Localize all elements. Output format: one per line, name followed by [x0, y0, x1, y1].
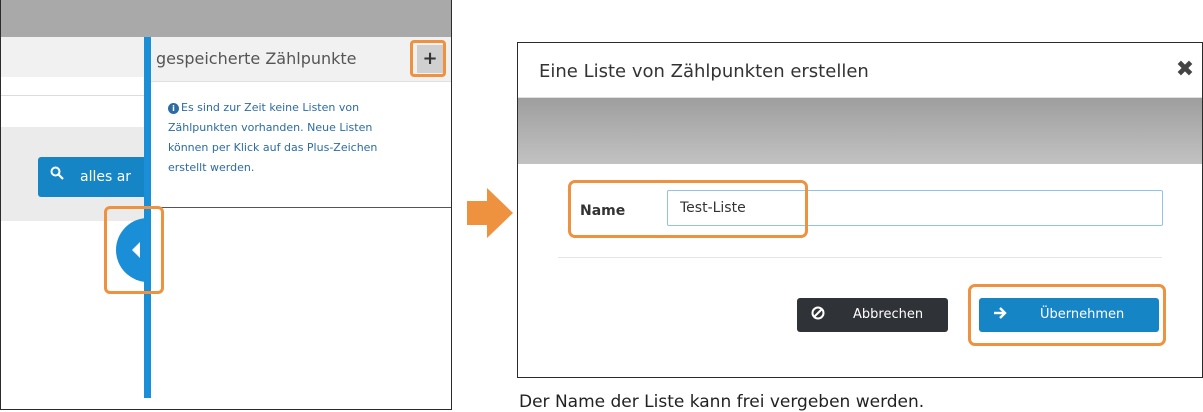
add-button-highlight — [410, 40, 446, 77]
dialog-header: Eine Liste von Zählpunkten erstellen ✖ — [518, 43, 1202, 98]
search-button-label: alles ar — [80, 169, 132, 185]
sidebar-screenshot: alles ar gespeicherte Zählpunkte + i Es s… — [0, 0, 452, 410]
toolbar-band — [1, 37, 147, 77]
apply-highlight — [968, 284, 1166, 346]
toggle-highlight — [104, 206, 164, 294]
top-bar — [1, 0, 451, 37]
search-icon — [50, 166, 64, 184]
info-message: Es sind zur Zeit keine Listen von Zählpu… — [168, 101, 378, 174]
cancel-button-label: Abbrechen — [853, 307, 924, 322]
panel-divider — [151, 207, 451, 208]
dialog-divider — [558, 257, 1162, 258]
divider — [1, 95, 147, 96]
cancel-button[interactable]: Abbrechen — [797, 298, 948, 332]
close-icon[interactable]: ✖ — [1174, 59, 1196, 81]
search-button[interactable]: alles ar — [38, 157, 147, 197]
empty-list-info: i Es sind zur Zeit keine Listen von Zählp… — [168, 98, 408, 178]
info-icon: i — [168, 103, 179, 114]
panel-title: gespeicherte Zählpunkte — [156, 49, 357, 68]
create-list-dialog: Eine Liste von Zählpunkten erstellen ✖ N… — [517, 42, 1203, 378]
ban-icon — [811, 306, 825, 324]
dialog-banner — [518, 98, 1202, 164]
name-highlight — [568, 180, 808, 238]
arrow-right-icon — [467, 188, 513, 238]
panel-header: gespeicherte Zählpunkte + — [151, 37, 451, 82]
dialog-title: Eine Liste von Zählpunkten erstellen — [539, 61, 869, 82]
caption: Der Name der Liste kann frei vergeben we… — [519, 392, 925, 412]
saved-points-panel: gespeicherte Zählpunkte + — [151, 37, 451, 409]
